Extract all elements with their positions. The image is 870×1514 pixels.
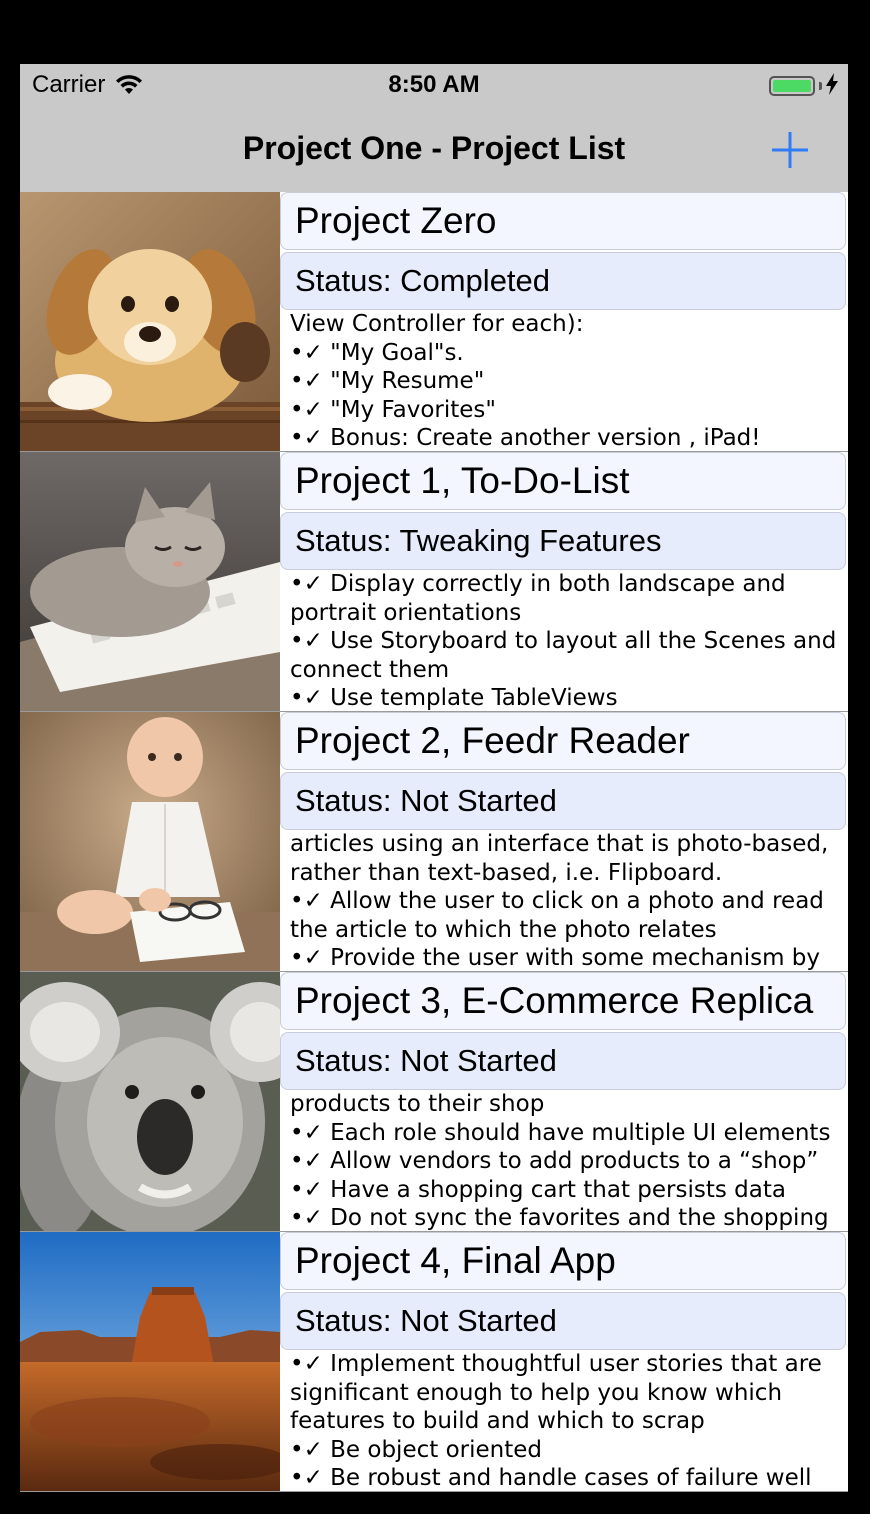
description-line: articles using an interface that is phot… <box>290 831 829 857</box>
description-line: •✓ "My Resume" <box>290 368 485 395</box>
project-thumbnail <box>20 1232 280 1491</box>
description-line: •✓ Have a shopping cart that persists da… <box>290 1176 786 1203</box>
project-status: Status: Not Started <box>280 1292 846 1350</box>
status-bar: Carrier 8:50 AM <box>20 64 848 108</box>
project-title: Project Zero <box>280 192 846 250</box>
project-list[interactable]: Project Zero Status: Completed View Cont… <box>20 192 848 1492</box>
project-thumbnail <box>20 452 280 711</box>
description-line: •✓ "My Favorites" <box>290 396 496 423</box>
description-line: portrait orientations <box>290 599 522 626</box>
description-line: •✓ Bonus: Create another version , iPad! <box>290 425 761 450</box>
description-line: View Controller for each): <box>290 311 584 337</box>
puppy-photo <box>20 192 280 451</box>
charging-bolt-icon <box>826 73 838 99</box>
project-title: Project 1, To-Do-List <box>280 452 846 510</box>
description-line: •✓ "My Goal"s. <box>290 339 464 366</box>
page-title: Project One - Project List <box>242 130 626 166</box>
project-title: Project 2, Feedr Reader <box>280 712 846 770</box>
battery-nub <box>819 82 822 90</box>
project-cell[interactable]: Project 2, Feedr Reader Status: Not Star… <box>20 712 848 972</box>
project-description: View Controller for each): •✓ "My Goal"s… <box>290 310 842 450</box>
description-line: •✓ Be robust and handle cases of failure… <box>290 1465 812 1490</box>
description-line: •✓ Do not sync the favorites and the sho… <box>290 1205 829 1230</box>
project-cell[interactable]: Project 3, E-Commerce Replica Status: No… <box>20 972 848 1232</box>
description-line: •✓ Use template TableViews <box>290 685 618 710</box>
battery-icon <box>769 76 815 96</box>
project-description: •✓ Display correctly in both landscape a… <box>290 570 842 710</box>
project-cell[interactable]: Project 1, To-Do-List Status: Tweaking F… <box>20 452 848 712</box>
project-status: Status: Completed <box>280 252 846 310</box>
navigation-bar: Project One - Project List <box>20 108 848 193</box>
desert-mesa-photo <box>20 1232 280 1491</box>
project-description: products to their shop •✓ Each role shou… <box>290 1090 842 1230</box>
koala-photo <box>20 972 280 1231</box>
project-thumbnail <box>20 712 280 971</box>
battery-level <box>773 80 811 92</box>
description-line: •✓ Be object oriented <box>290 1436 542 1463</box>
description-line: •✓ Allow the user to click on a photo an… <box>290 888 824 915</box>
project-status: Status: Tweaking Features <box>280 512 846 570</box>
description-line: the article to which the photo relates <box>290 916 717 943</box>
phone-screen: Carrier 8:50 AM Project One - Project Li… <box>20 64 848 1492</box>
description-line: •✓ Allow vendors to add products to a “s… <box>290 1148 819 1175</box>
description-line: •✓ Display correctly in both landscape a… <box>290 571 786 597</box>
project-title: Project 4, Final App <box>280 1232 846 1290</box>
project-status: Status: Not Started <box>280 772 846 830</box>
description-line: •✓ Use Storyboard to layout all the Scen… <box>290 628 837 655</box>
project-description: articles using an interface that is phot… <box>290 830 842 970</box>
project-cell[interactable]: Project 4, Final App Status: Not Started… <box>20 1232 848 1492</box>
description-line: •✓ Provide the user with some mechanism … <box>290 945 821 970</box>
project-description: •✓ Implement thoughtful user stories tha… <box>290 1350 842 1490</box>
description-line: rather than text-based, i.e. Flipboard. <box>290 859 723 886</box>
project-thumbnail <box>20 972 280 1231</box>
description-line: •✓ Implement thoughtful user stories tha… <box>290 1351 822 1377</box>
description-line: •✓ Each role should have multiple UI ele… <box>290 1119 831 1146</box>
project-status: Status: Not Started <box>280 1032 846 1090</box>
battery-indicator <box>769 73 838 99</box>
description-line: features to build and which to scrap <box>290 1408 705 1435</box>
kitten-on-keyboard-photo <box>20 452 280 711</box>
plus-icon <box>772 132 808 168</box>
add-project-button[interactable] <box>770 130 810 170</box>
description-line: products to their shop <box>290 1091 545 1117</box>
project-cell[interactable]: Project Zero Status: Completed View Cont… <box>20 192 848 452</box>
project-thumbnail <box>20 192 280 451</box>
status-time: 8:50 AM <box>388 71 480 98</box>
project-title: Project 3, E-Commerce Replica <box>280 972 846 1030</box>
description-line: significant enough to help you know whic… <box>290 1379 783 1406</box>
baby-photo <box>20 712 280 971</box>
description-line: connect them <box>290 656 450 683</box>
